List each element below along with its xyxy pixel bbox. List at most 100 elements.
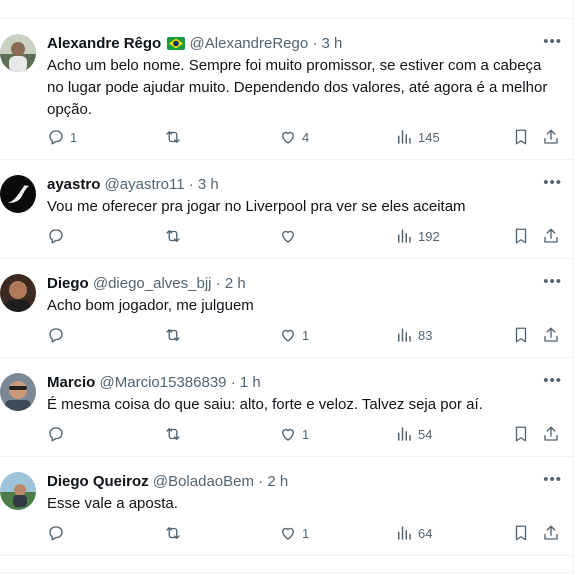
view-count: 145 (418, 129, 440, 145)
tweet-header: Marcio @Marcio15386839 · 1 h (47, 373, 564, 393)
brazil-flag-icon (167, 36, 186, 56)
like-icon (282, 329, 294, 342)
display-name[interactable]: Marcio (47, 374, 95, 391)
share-button[interactable] (542, 523, 560, 543)
bookmark-button[interactable] (512, 424, 530, 444)
user-handle[interactable]: @diego_alves_bjj (93, 275, 212, 292)
more-icon[interactable]: ••• (543, 175, 562, 190)
tweet-1[interactable]: Alexandre Rêgo @AlexandreRego · 3 h ••• … (0, 18, 574, 160)
avatar[interactable] (0, 472, 36, 510)
view-count: 83 (418, 327, 433, 343)
more-icon[interactable]: ••• (543, 373, 562, 388)
more-icon[interactable]: ••• (543, 34, 562, 49)
display-name[interactable]: Diego (47, 275, 89, 292)
tweet-actions: 192 (47, 226, 560, 246)
tweet-header: ayastro @ayastro11 · 3 h (47, 175, 564, 195)
tweet-5[interactable]: Diego Queiroz @BoladaoBem · 2 h ••• Esse… (0, 457, 574, 556)
retweet-icon (166, 329, 180, 341)
like-count: 4 (302, 129, 310, 145)
reply-icon (49, 130, 63, 145)
tweet-actions: 1 83 (47, 325, 560, 345)
retweet-icon (166, 428, 180, 440)
reply-button[interactable] (47, 325, 70, 345)
timestamp[interactable]: 2 h (267, 473, 288, 490)
tweet-header: Diego @diego_alves_bjj · 2 h (47, 274, 564, 294)
like-button[interactable]: 4 (279, 127, 309, 147)
more-icon[interactable]: ••• (543, 274, 562, 289)
views-button[interactable]: 145 (395, 127, 440, 147)
share-icon (544, 525, 558, 540)
retweet-button[interactable] (164, 523, 187, 543)
bookmark-button[interactable] (512, 127, 530, 147)
retweet-button[interactable] (164, 424, 187, 444)
reply-icon (49, 328, 63, 343)
reply-button[interactable] (47, 424, 70, 444)
separator-dot: · (312, 35, 318, 52)
timestamp[interactable]: 2 h (225, 275, 246, 292)
retweet-button[interactable] (164, 226, 187, 246)
share-icon (544, 327, 558, 342)
tweet-2[interactable]: ayastro @ayastro11 · 3 h ••• Vou me ofer… (0, 160, 574, 259)
separator-dot: · (215, 275, 221, 292)
display-name[interactable]: Diego Queiroz (47, 473, 149, 490)
bookmark-button[interactable] (512, 523, 530, 543)
bookmark-icon (515, 426, 527, 442)
like-button[interactable]: 1 (279, 424, 309, 444)
user-handle[interactable]: @BoladaoBem (153, 473, 254, 490)
like-button[interactable]: 1 (279, 523, 309, 543)
tweet-text: É mesma coisa do que saiu: alto, forte e… (47, 396, 483, 413)
user-handle[interactable]: @AlexandreRego (190, 35, 309, 52)
more-icon[interactable]: ••• (543, 472, 562, 487)
user-handle[interactable]: @Marcio15386839 (100, 374, 227, 391)
tweet-header: Alexandre Rêgo @AlexandreRego · 3 h (47, 34, 564, 54)
reply-button[interactable] (47, 523, 70, 543)
tweet-actions: 1 54 (47, 424, 560, 444)
views-button[interactable]: 54 (395, 424, 432, 444)
avatar[interactable] (0, 34, 36, 72)
like-icon (282, 428, 294, 441)
bookmark-button[interactable] (512, 325, 530, 345)
like-button[interactable]: 1 (279, 325, 309, 345)
views-icon (398, 229, 411, 243)
views-button[interactable]: 83 (395, 325, 432, 345)
like-count: 1 (302, 525, 310, 541)
like-icon (282, 230, 294, 243)
views-icon (398, 526, 411, 540)
reply-button[interactable] (47, 226, 70, 246)
user-handle[interactable]: @ayastro11 (105, 176, 185, 193)
tweet-4[interactable]: Marcio @Marcio15386839 · 1 h ••• É mesma… (0, 358, 574, 457)
retweet-icon (166, 230, 180, 242)
bookmark-button[interactable] (512, 226, 530, 246)
tweet-text: Acho um belo nome. Sempre foi muito prom… (47, 57, 548, 118)
display-name[interactable]: Alexandre Rêgo (47, 35, 161, 52)
avatar[interactable] (0, 373, 36, 411)
tweet-3[interactable]: Diego @diego_alves_bjj · 2 h ••• Acho bo… (0, 259, 574, 358)
view-count: 64 (418, 525, 433, 541)
retweet-button[interactable] (164, 127, 187, 147)
reply-count: 1 (70, 129, 78, 145)
views-button[interactable]: 64 (395, 523, 432, 543)
timestamp[interactable]: 3 h (198, 176, 219, 193)
reply-button[interactable]: 1 (47, 127, 77, 147)
bookmark-icon (515, 129, 527, 145)
share-button[interactable] (542, 226, 560, 246)
share-button[interactable] (542, 127, 560, 147)
bookmark-icon (515, 525, 527, 541)
like-button[interactable] (279, 226, 302, 246)
reply-icon (49, 526, 63, 541)
view-count: 192 (418, 228, 440, 244)
avatar[interactable] (0, 175, 36, 213)
views-button[interactable]: 192 (395, 226, 440, 246)
retweet-button[interactable] (164, 325, 187, 345)
tweet-header: Diego Queiroz @BoladaoBem · 2 h (47, 472, 564, 492)
share-icon (544, 426, 558, 441)
avatar[interactable] (0, 274, 36, 312)
timestamp[interactable]: 1 h (240, 374, 261, 391)
separator-dot: · (258, 473, 264, 490)
tweet-text: Vou me oferecer pra jogar no Liverpool p… (47, 198, 466, 215)
display-name[interactable]: ayastro (47, 176, 100, 193)
timestamp[interactable]: 3 h (322, 35, 343, 52)
share-button[interactable] (542, 424, 560, 444)
share-button[interactable] (542, 325, 560, 345)
separator-dot: · (230, 374, 236, 391)
